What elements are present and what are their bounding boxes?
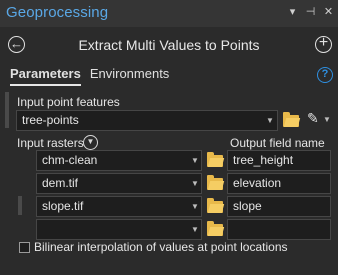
raster-select[interactable] <box>36 219 202 240</box>
input-rasters-label: Input rasters <box>17 136 84 150</box>
output-field-input[interactable]: slope <box>227 196 331 217</box>
input-point-features-select[interactable]: tree-points <box>16 110 278 131</box>
browse-folder-icon[interactable] <box>207 152 223 167</box>
tool-header: ← Extract Multi Values to Points + <box>0 33 338 59</box>
output-field-name-label: Output field name <box>230 136 325 150</box>
input-point-features-label: Input point features <box>17 95 120 109</box>
raster-select[interactable]: chm-clean <box>36 150 202 171</box>
row-drag-handle[interactable] <box>18 196 22 215</box>
browse-folder-icon[interactable] <box>207 198 223 213</box>
tab-bar: Parameters Environments <box>10 66 169 86</box>
raster-select[interactable]: slope.tif <box>36 196 202 217</box>
output-field-input[interactable]: elevation <box>227 173 331 194</box>
pane-options-icon[interactable]: ▾ <box>287 6 298 18</box>
output-field-input[interactable]: tree_height <box>227 150 331 171</box>
chevron-down-icon[interactable]: ▼ <box>191 179 199 188</box>
auto-hide-icon[interactable]: ⊣ <box>305 6 316 18</box>
edit-pencil-icon[interactable]: ✎ <box>307 110 319 127</box>
add-icon[interactable]: + <box>315 35 332 53</box>
title-bar: Geoprocessing ▾ ⊣ ✕ <box>0 0 338 27</box>
browse-folder-icon[interactable] <box>207 221 223 236</box>
chevron-down-icon[interactable]: ▼ <box>191 156 199 165</box>
bilinear-label: Bilinear interpolation of values at poin… <box>34 240 288 254</box>
window-controls: ▾ ⊣ ✕ <box>287 6 334 18</box>
tool-title: Extract Multi Values to Points <box>78 37 260 53</box>
chevron-down-icon[interactable]: ▼ <box>191 202 199 211</box>
output-field-input[interactable] <box>227 219 331 240</box>
tab-environments[interactable]: Environments <box>90 66 169 86</box>
chevron-down-icon[interactable]: ▼ <box>266 116 274 125</box>
help-icon[interactable]: ? <box>317 67 333 83</box>
chevron-down-icon[interactable]: ▼ <box>191 225 199 234</box>
close-icon[interactable]: ✕ <box>323 6 334 18</box>
browse-folder-icon[interactable] <box>283 112 299 127</box>
bilinear-checkbox[interactable] <box>19 242 30 253</box>
parameter-indicator <box>5 92 9 128</box>
browse-folder-icon[interactable] <box>207 175 223 190</box>
chevron-down-icon[interactable]: ▼ <box>83 135 98 150</box>
window-title: Geoprocessing <box>6 4 109 21</box>
raster-select[interactable]: dem.tif <box>36 173 202 194</box>
tab-parameters[interactable]: Parameters <box>10 66 81 86</box>
chevron-down-icon[interactable]: ▼ <box>323 115 331 124</box>
